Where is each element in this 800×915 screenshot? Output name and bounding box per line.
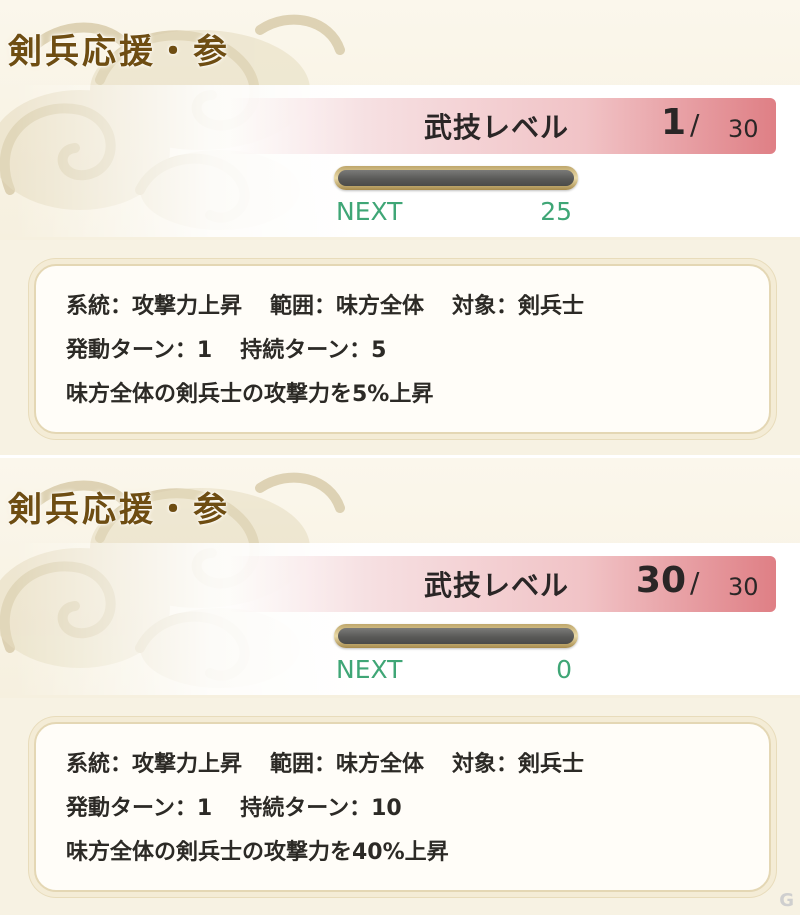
desc-effect: 味方全体の剣兵士の攻撃力を5%上昇 xyxy=(66,382,434,407)
level-current: 1 xyxy=(660,102,686,143)
level-label: 武技レベル xyxy=(424,569,570,602)
desc-type: 系統：攻撃力上昇 xyxy=(66,294,243,319)
watermark-logo: G xyxy=(779,890,794,911)
skill-title: 剣兵応援・参 xyxy=(8,490,230,530)
skill-description-box: 系統：攻撃力上昇 範囲：味方全体 対象：剣兵士 発動ターン：1 持続ターン：10 味方… xyxy=(34,722,771,892)
desc-duration-turn: 持続ターン：10 xyxy=(240,796,402,821)
skill-description-box: 系統：攻撃力上昇 範囲：味方全体 対象：剣兵士 発動ターン：1 持続ターン：5 味方全… xyxy=(34,264,771,434)
level-label: 武技レベル xyxy=(424,111,570,144)
desc-activation-turn: 発動ターン：1 xyxy=(66,796,213,821)
desc-line-1: 系統：攻撃力上昇 範囲：味方全体 対象：剣兵士 xyxy=(66,288,612,320)
exp-progress-bar xyxy=(334,624,578,648)
level-max: 30 xyxy=(728,573,759,601)
desc-target: 対象：剣兵士 xyxy=(452,752,585,777)
desc-target: 対象：剣兵士 xyxy=(452,294,585,319)
exp-progress-track xyxy=(338,628,574,644)
desc-effect: 味方全体の剣兵士の攻撃力を40%上昇 xyxy=(66,840,449,865)
exp-progress-track xyxy=(338,170,574,186)
skill-panel-2: 剣兵応援・参 武技レベル 30 / 30 NEXT 0 系統：攻撃力上昇 範囲：味… xyxy=(0,458,800,915)
next-label: NEXT xyxy=(336,197,403,226)
desc-range: 範囲：味方全体 xyxy=(270,752,425,777)
next-label: NEXT xyxy=(336,655,403,684)
desc-range: 範囲：味方全体 xyxy=(270,294,425,319)
level-slash: / xyxy=(690,566,700,599)
exp-progress-bar xyxy=(334,166,578,190)
level-max: 30 xyxy=(728,115,759,143)
skill-panel-1: 剣兵応援・参 武技レベル 1 / 30 NEXT 25 系統：攻撃力上昇 範囲：味… xyxy=(0,0,800,455)
next-value: 25 xyxy=(540,197,572,226)
desc-activation-turn: 発動ターン：1 xyxy=(66,338,213,363)
level-current: 30 xyxy=(635,560,686,601)
desc-duration-turn: 持続ターン：5 xyxy=(240,338,387,363)
level-slash: / xyxy=(690,108,700,141)
next-value: 0 xyxy=(556,655,572,684)
desc-line-2: 発動ターン：1 持続ターン：10 xyxy=(66,790,430,822)
skill-title: 剣兵応援・参 xyxy=(8,32,230,72)
desc-line-1: 系統：攻撃力上昇 範囲：味方全体 対象：剣兵士 xyxy=(66,746,612,778)
desc-line-2: 発動ターン：1 持続ターン：5 xyxy=(66,332,414,364)
desc-type: 系統：攻撃力上昇 xyxy=(66,752,243,777)
